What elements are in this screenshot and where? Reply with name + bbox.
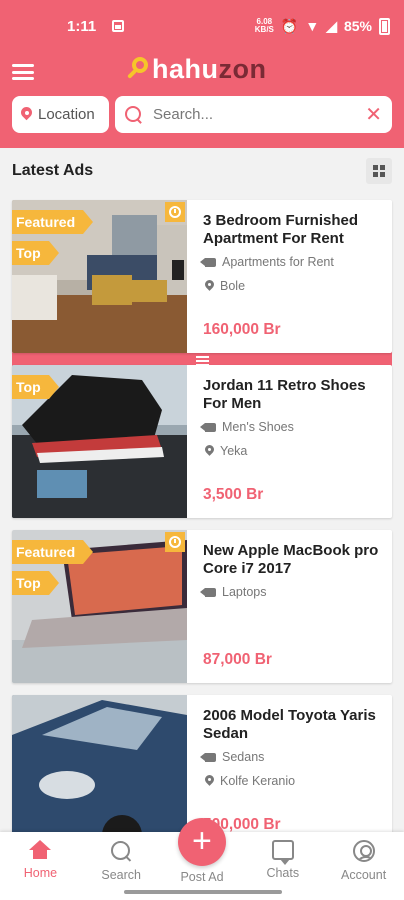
ad-category: Sedans [222,750,265,764]
status-bar: 1:11 6.08 KB/S ⏰ ▼ ◢ 85% [0,0,404,52]
ad-title: 2006 Model Toyota Yaris Sedan [203,707,376,742]
menu-icon[interactable] [12,64,34,80]
ad-price: 160,000 Br [203,321,281,338]
location-label: Location [38,106,95,123]
ad-image [12,695,187,848]
ad-category: Men's Shoes [222,420,294,434]
top-badge: Top [12,571,59,595]
ad-price: 87,000 Br [203,651,272,668]
ad-title: Jordan 11 Retro Shoes For Men [203,377,366,412]
wifi-icon: ▼ [305,18,320,34]
search-icon [110,840,132,862]
search-row: Location ✕ [12,96,392,133]
ad-card[interactable]: Featured Top 3 Bedroom Furnished Apartme… [12,200,392,353]
ads-list: Featured Top 3 Bedroom Furnished Apartme… [12,200,392,860]
nav-account-label: Account [341,868,387,882]
tag-icon [200,752,216,762]
ad-location-row: Yeka [203,441,380,461]
ad-category-row: Men's Shoes [200,417,380,437]
post-ad-button[interactable]: + [177,818,226,866]
grid-icon [373,165,385,177]
logo-text-secondary: zon [218,54,267,84]
location-pin-icon [21,107,32,122]
battery-percent: 85% [343,18,372,34]
account-icon [352,840,375,862]
ad-location-row: Bole [203,276,380,296]
nav-post-ad-label: Post Ad [180,870,224,884]
battery-icon [379,17,390,35]
network-speed: 6.08 KB/S [255,18,274,34]
view-toggles [12,158,392,374]
ad-card[interactable]: Featured Top New Apple MacBook pro Core … [12,530,392,683]
ad-title: 3 Bedroom Furnished Apartment For Rent [203,212,359,247]
ad-location: Bole [220,279,246,293]
ad-info: 3 Bedroom Furnished Apartment For Rent A… [187,200,392,353]
chat-icon [271,840,294,865]
app-header: 1:11 6.08 KB/S ⏰ ▼ ◢ 85% hahuzon Locatio… [0,0,404,148]
location-pin-icon [205,280,214,292]
status-time: 1:11 [67,17,97,35]
logo-magnifier-icon [126,55,156,85]
ad-image: Featured Top [12,530,187,683]
nav-home[interactable]: Home [0,832,81,900]
logo-text-primary: hahu [152,54,219,84]
ad-info: New Apple MacBook pro Core i7 2017 Lapto… [187,530,392,683]
ad-image: Top [12,365,187,518]
tag-icon [200,422,216,432]
location-pin-icon [205,445,214,457]
image-notification-icon [112,20,125,32]
bottom-nav: Home Search + Post Ad Chats Account [0,818,404,900]
nav-search-label: Search [101,868,141,882]
search-input[interactable] [153,106,356,123]
signal-icon: ◢ [326,17,337,34]
nav-account[interactable]: Account [323,832,404,900]
search-box: ✕ [115,96,392,133]
ad-price: 3,500 Br [203,486,264,503]
ad-location: Kolfe Keranio [220,774,296,788]
nav-home-label: Home [23,866,58,880]
ad-location: Yeka [220,444,248,458]
location-button[interactable]: Location [12,96,109,133]
gesture-bar [124,890,282,894]
clear-icon[interactable]: ✕ [365,102,382,127]
featured-badge: Featured [12,540,94,564]
ad-category: Apartments for Rent [222,255,334,269]
ad-category-row: Sedans [200,747,380,767]
ad-card[interactable]: Top Jordan 11 Retro Shoes For Men Men's … [12,365,392,518]
top-badge: Top [12,375,59,399]
ad-location-row: Kolfe Keranio [203,771,380,791]
alarm-icon: ⏰ [280,17,299,34]
featured-badge: Featured [12,210,94,234]
network-speed-unit: KB/S [254,25,274,34]
top-badge: Top [12,241,59,265]
ad-title: New Apple MacBook pro Core i7 2017 [203,542,379,577]
clock-icon [165,532,185,552]
ad-category: Laptops [222,585,267,599]
tag-icon [200,257,216,267]
top-nav: hahuzon [0,52,404,92]
section-header: Latest Ads [0,148,404,374]
ad-category-row: Laptops [200,582,380,602]
app-logo: hahuzon [126,54,267,85]
tag-icon [200,587,216,597]
nav-chats-label: Chats [266,866,300,880]
ad-info: Jordan 11 Retro Shoes For Men Men's Shoe… [187,365,392,518]
ad-category-row: Apartments for Rent [200,252,380,272]
location-pin-icon [205,775,214,787]
grid-view-button[interactable] [366,158,392,184]
ad-image: Featured Top [12,200,187,353]
search-icon [125,105,143,124]
section-title: Latest Ads [12,162,94,179]
clock-icon [165,202,185,222]
home-icon [29,840,52,860]
